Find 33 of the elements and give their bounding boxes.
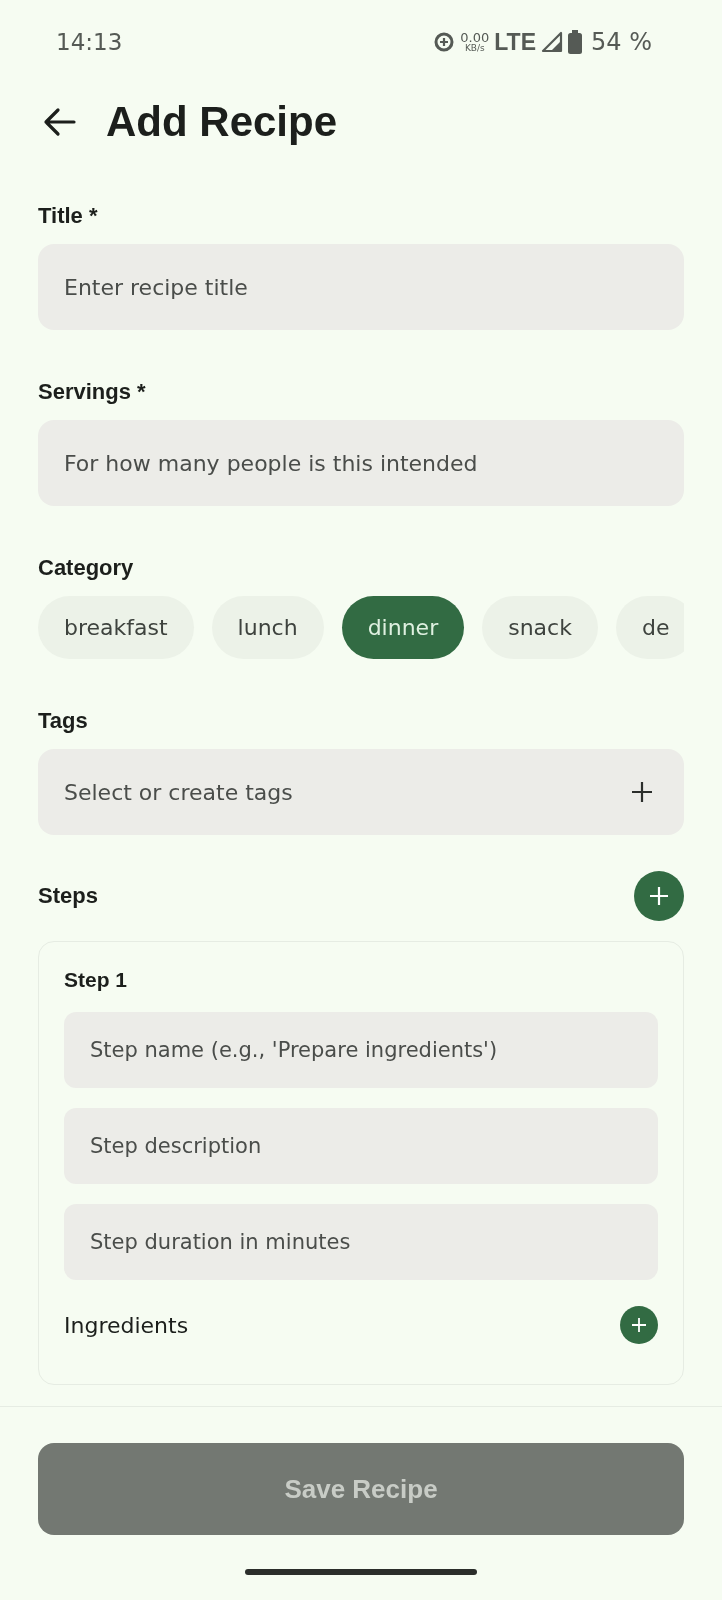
- tags-field[interactable]: Select or create tags: [38, 749, 684, 835]
- input-field[interactable]: For how many people is this intended: [38, 420, 684, 506]
- category-chip[interactable]: dinner: [341, 596, 465, 659]
- signal-icon: [541, 31, 563, 53]
- plus-icon: [631, 1317, 647, 1333]
- add-step-button[interactable]: [634, 871, 684, 921]
- field-label: Category: [38, 555, 135, 581]
- add-ingredient-button[interactable]: [620, 1306, 658, 1344]
- section-label: Steps: [38, 883, 98, 909]
- category-chip[interactable]: breakfast: [38, 596, 194, 659]
- back-icon[interactable]: [42, 107, 76, 137]
- input-field[interactable]: Step duration in minutes: [64, 1204, 658, 1280]
- plus-icon: [648, 885, 670, 907]
- category-chip[interactable]: lunch: [211, 596, 324, 659]
- speed-value: 0.00: [460, 31, 490, 44]
- field-label: Servings *: [38, 379, 147, 405]
- clock: 14:13: [56, 29, 123, 55]
- data-saver-icon: [433, 31, 456, 53]
- category-chip[interactable]: snack: [482, 596, 598, 659]
- field-label: Tags: [38, 708, 89, 734]
- add-icon[interactable]: [630, 780, 654, 804]
- input-field[interactable]: Step description: [64, 1108, 658, 1184]
- battery-level: 54 %: [591, 28, 652, 56]
- speed-unit: KB/s: [464, 44, 485, 53]
- input-field[interactable]: Step name (e.g., 'Prepare ingredients'): [64, 1012, 658, 1088]
- field-label: Title *: [38, 203, 99, 229]
- category-chip[interactable]: de: [615, 596, 684, 659]
- battery-icon: [568, 30, 582, 54]
- page-title: Add Recipe: [106, 98, 338, 146]
- ingredients-label: Ingredients: [64, 1312, 189, 1338]
- step-title: Step 1: [64, 968, 129, 992]
- network-type: LTE: [494, 28, 536, 56]
- input-field[interactable]: Enter recipe title: [38, 244, 684, 330]
